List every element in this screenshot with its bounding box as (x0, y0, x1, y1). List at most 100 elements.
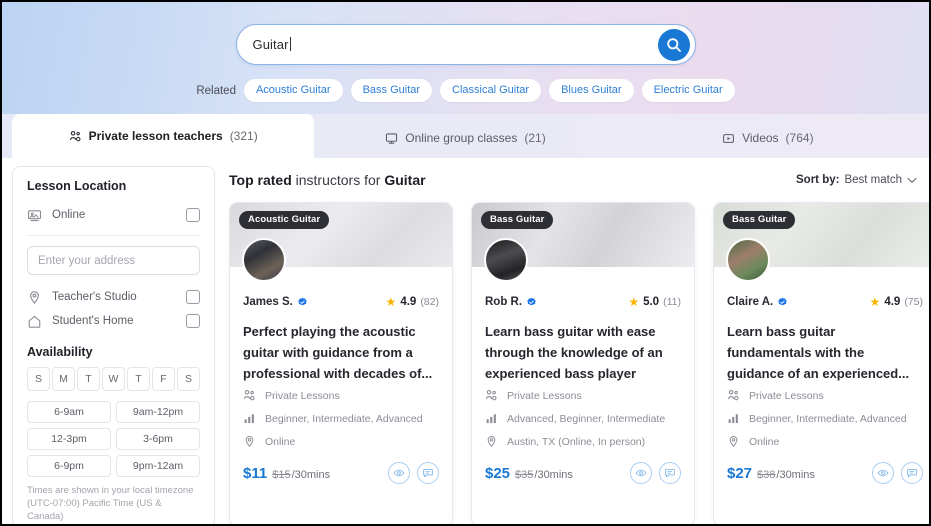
card-cover-image: Bass Guitar (714, 203, 929, 282)
message-icon (423, 469, 433, 478)
tab-count: (321) (229, 129, 258, 143)
card-body: Rob R. ★ 5.0 (11) Learn bass guitar with… (472, 267, 694, 484)
related-chip-acoustic-guitar[interactable]: Acoustic Guitar (243, 79, 343, 102)
card-name-row: James S. ★ 4.9 (82) (243, 293, 439, 311)
people-icon (243, 390, 255, 401)
instructor-name: Rob R. (485, 296, 523, 308)
filter-teachers-studio-checkbox[interactable] (186, 290, 200, 304)
levels-bars-icon (244, 414, 254, 424)
day-saturday[interactable]: S (177, 367, 200, 391)
rating: ★ 4.9 (75) (870, 296, 923, 308)
preview-button[interactable] (872, 462, 894, 484)
page-title: Top rated instructors for Guitar (229, 172, 426, 188)
search-button[interactable] (657, 28, 690, 61)
map-pin-icon (729, 435, 738, 448)
sort-by-dropdown[interactable]: Sort by: Best match (796, 174, 917, 186)
card-meta-location: Online (727, 430, 923, 453)
filter-online[interactable]: Online (27, 203, 200, 227)
time-slot-6-9am[interactable]: 6-9am (27, 401, 111, 423)
card-price-row: $11 $15 /30mins (243, 462, 439, 484)
card-title: Learn bass guitar fundamentals with the … (727, 324, 910, 381)
video-icon (723, 133, 734, 143)
tab-online-group-classes[interactable]: Online group classes (21) (314, 118, 616, 158)
time-slot-9am-12pm[interactable]: 9am-12pm (116, 401, 200, 423)
page-body: Lesson Location Online Teacher's S (2, 158, 929, 524)
search-input[interactable]: Guitar (235, 24, 696, 65)
location: Online (265, 435, 296, 448)
day-sunday[interactable]: S (27, 367, 50, 391)
hero-search-section: Guitar Related Acoustic Guitar Bass Guit… (2, 2, 929, 114)
page-title-mid: instructors for (291, 172, 385, 188)
card-price-row: $27 $38 /30mins (727, 462, 923, 484)
message-button[interactable] (659, 462, 681, 484)
card-title: Learn bass guitar with ease through the … (485, 324, 663, 381)
instructor-card[interactable]: Acoustic Guitar James S. ★ 4.9 (82) Perf… (229, 202, 453, 524)
time-slot-12-3pm[interactable]: 12-3pm (27, 428, 111, 450)
instructor-name-wrap: Rob R. (485, 296, 537, 308)
card-meta-lesson-type: Private Lessons (727, 384, 923, 407)
filter-students-home[interactable]: Student's Home (27, 309, 200, 333)
tab-label: Online group classes (405, 131, 518, 145)
location: Online (749, 435, 780, 448)
avatar (726, 238, 770, 282)
related-chip-bass-guitar[interactable]: Bass Guitar (350, 79, 433, 102)
instructor-cards: Acoustic Guitar James S. ★ 4.9 (82) Perf… (229, 202, 929, 524)
instructor-card[interactable]: Bass Guitar Claire A. ★ 4.9 (75) Learn b… (713, 202, 929, 524)
eye-icon (877, 469, 889, 477)
filter-students-home-checkbox[interactable] (186, 314, 200, 328)
message-button[interactable] (901, 462, 923, 484)
preview-button[interactable] (388, 462, 410, 484)
chevron-down-icon (907, 177, 917, 183)
card-category-badge: Bass Guitar (723, 211, 796, 229)
related-chip-classical-guitar[interactable]: Classical Guitar (440, 79, 542, 102)
card-name-row: Rob R. ★ 5.0 (11) (485, 293, 681, 311)
avatar (242, 238, 286, 282)
message-button[interactable] (417, 462, 439, 484)
instructor-name-wrap: James S. (243, 296, 308, 308)
day-friday[interactable]: F (152, 367, 175, 391)
day-tuesday[interactable]: T (77, 367, 100, 391)
instructor-name-wrap: Claire A. (727, 296, 788, 308)
address-input[interactable] (27, 246, 200, 275)
related-chip-electric-guitar[interactable]: Electric Guitar (641, 79, 735, 102)
timezone-line-2: (UTC-07:00) Pacific Time (US & Canada) (27, 498, 162, 522)
card-actions (872, 462, 923, 484)
preview-button[interactable] (630, 462, 652, 484)
time-slot-6-9pm[interactable]: 6-9pm (27, 455, 111, 477)
related-searches: Related Acoustic Guitar Bass Guitar Clas… (2, 79, 929, 102)
card-price-row: $25 $35 /30mins (485, 462, 681, 484)
day-monday[interactable]: M (52, 367, 75, 391)
time-slot-3-6pm[interactable]: 3-6pm (116, 428, 200, 450)
levels: Beginner, Intermediate, Advanced (749, 412, 907, 425)
price-current: $27 (727, 464, 753, 482)
filter-teachers-studio[interactable]: Teacher's Studio (27, 285, 200, 309)
price: $11 $15 /30mins (243, 465, 330, 482)
results-header: Top rated instructors for Guitar Sort by… (229, 166, 929, 194)
review-count: (75) (904, 296, 923, 308)
levels: Advanced, Beginner, Intermediate (507, 412, 666, 425)
related-chip-blues-guitar[interactable]: Blues Guitar (549, 79, 634, 102)
filter-online-checkbox[interactable] (186, 208, 200, 222)
location: Austin, TX (Online, In person) (507, 435, 646, 448)
search-icon (666, 37, 681, 52)
card-body: Claire A. ★ 4.9 (75) Learn bass guitar f… (714, 267, 929, 484)
results-main: Top rated instructors for Guitar Sort by… (215, 166, 929, 524)
card-actions (388, 462, 439, 484)
review-count: (82) (420, 296, 439, 308)
people-icon (485, 390, 497, 401)
filters-sidebar: Lesson Location Online Teacher's S (12, 166, 215, 524)
time-slot-9pm-12am[interactable]: 9pm-12am (116, 455, 200, 477)
tab-videos[interactable]: Videos (764) (617, 118, 919, 158)
price-original: $35 (515, 468, 534, 481)
review-count: (11) (663, 296, 681, 308)
instructor-card[interactable]: Bass Guitar Rob R. ★ 5.0 (11) Learn bass… (471, 202, 695, 524)
lesson-type: Private Lessons (507, 389, 582, 402)
day-thursday[interactable]: T (127, 367, 150, 391)
people-icon (69, 130, 81, 141)
tab-private-lesson-teachers[interactable]: Private lesson teachers (321) (12, 114, 315, 158)
message-icon (907, 469, 917, 478)
sort-by-value: Best match (844, 174, 902, 186)
verified-badge-icon (298, 297, 307, 305)
day-wednesday[interactable]: W (102, 367, 125, 391)
price-unit: /30mins (291, 468, 331, 481)
